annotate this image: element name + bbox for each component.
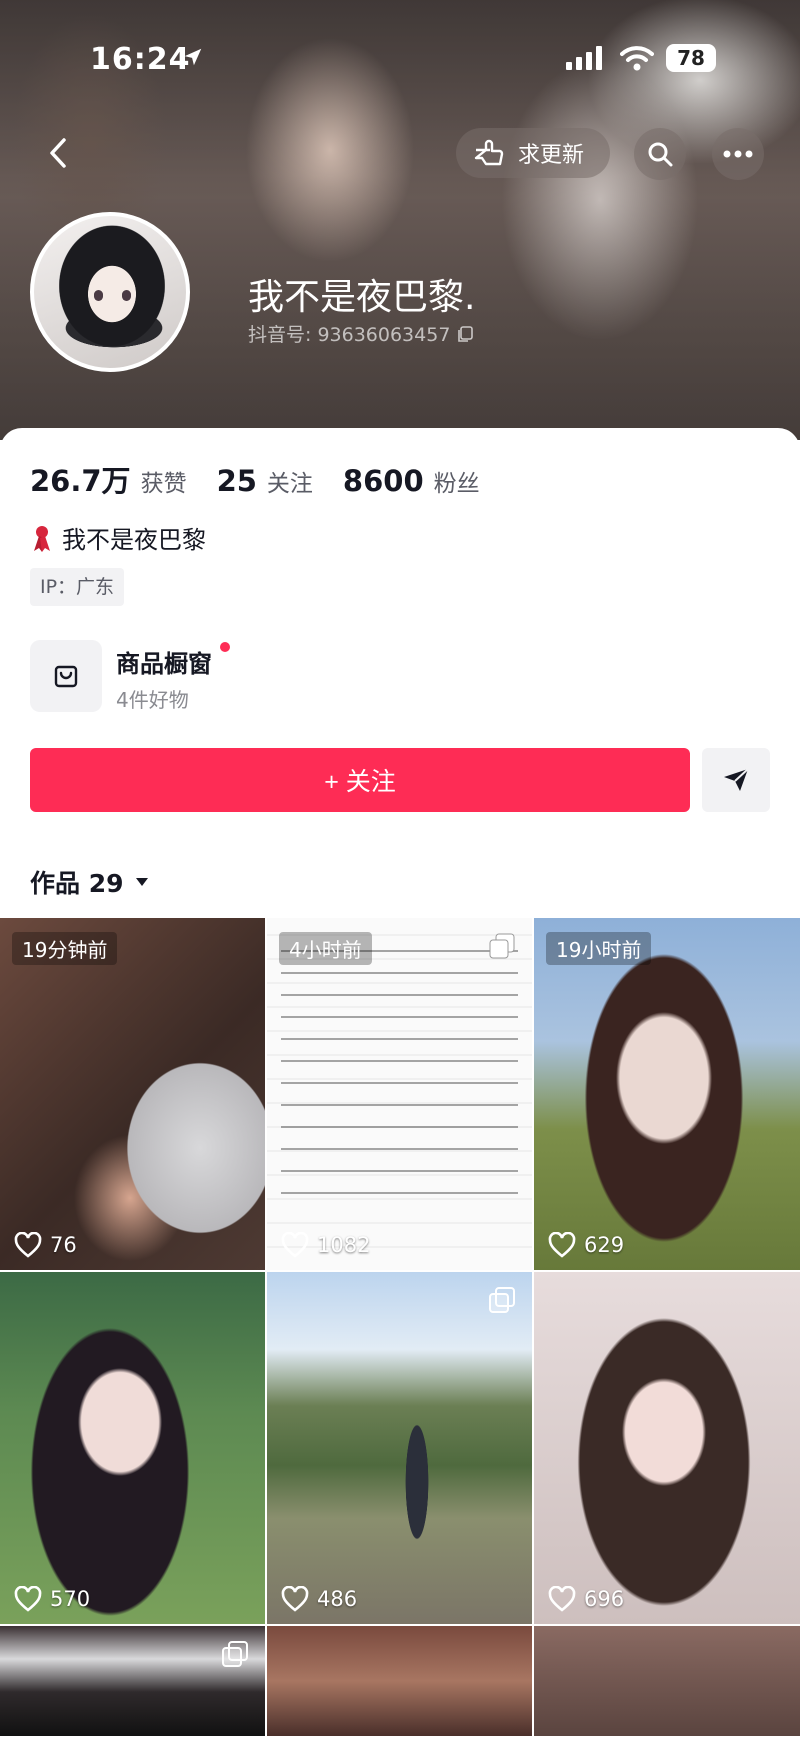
heart-icon: [548, 1586, 576, 1612]
heart-icon: [281, 1586, 309, 1612]
multi-image-icon: [489, 1287, 515, 1313]
stat-followers[interactable]: 8600 粉丝: [343, 464, 480, 498]
stat-value: 25: [216, 464, 257, 498]
stat-following[interactable]: 25 关注: [217, 464, 313, 498]
back-arrow-icon[interactable]: [36, 130, 82, 176]
ribbon-icon: [34, 525, 50, 552]
text-screenshot-content: [281, 938, 518, 1210]
multi-image-icon: [222, 1641, 248, 1667]
copy-icon[interactable]: [456, 325, 474, 343]
caret-down-icon: [135, 878, 148, 886]
likes-count: 1082: [317, 1233, 371, 1257]
multi-image-icon: [489, 933, 515, 959]
status-time: 16:24: [90, 42, 191, 77]
video-tile[interactable]: 19小时前 629: [534, 918, 800, 1270]
profile-card: 26.7万 获赞 25 关注 8600 粉丝 我不是夜巴黎 IP：广东 商品橱窗: [0, 428, 800, 1741]
likes-count: 696: [584, 1587, 625, 1611]
heart-icon: [281, 1232, 309, 1258]
shop-subtitle: 4件好物: [116, 688, 189, 712]
likes-count: 486: [317, 1587, 358, 1611]
likes-count: 629: [584, 1233, 625, 1257]
shopping-bag-icon: [30, 640, 102, 712]
tile-likes: 570: [14, 1586, 90, 1612]
search-icon: [648, 142, 673, 167]
shop-title: 商品橱窗: [116, 650, 212, 678]
request-update-button[interactable]: 求更新: [456, 128, 610, 178]
follow-button[interactable]: + 关注: [30, 748, 690, 812]
likes-count: 76: [50, 1233, 77, 1257]
location-arrow-icon: [184, 48, 202, 66]
avatar-eye-right: [122, 290, 131, 301]
video-tile[interactable]: [534, 1626, 800, 1736]
more-dots-icon: [723, 150, 753, 158]
tile-time: 19分钟前: [12, 932, 118, 965]
video-tile[interactable]: 486: [267, 1272, 532, 1624]
send-arrow-icon: [724, 768, 749, 791]
top-nav: 求更新: [0, 120, 800, 186]
video-tile[interactable]: [0, 1626, 265, 1736]
video-tile[interactable]: 4小时前 1082: [267, 918, 532, 1270]
stat-label: 获赞: [140, 471, 187, 497]
shop-window-entry[interactable]: 商品橱窗 4件好物: [30, 638, 430, 714]
tile-likes: 629: [548, 1232, 624, 1258]
likes-count: 570: [50, 1587, 91, 1611]
works-grid: 19分钟前 76 4小时前 1082 19小时前 629 570 486 696: [0, 918, 800, 1736]
profile-name: 我不是夜巴黎.: [248, 277, 476, 318]
tile-likes: 696: [548, 1586, 624, 1612]
search-button[interactable]: [634, 128, 686, 180]
works-tab-label: 作品 29: [30, 869, 124, 898]
profile-bio: 我不是夜巴黎: [30, 520, 206, 555]
tile-time: 19小时前: [546, 932, 652, 965]
pointing-hand-icon: [474, 139, 504, 166]
stats-row: 26.7万 获赞 25 关注 8600 粉丝: [30, 458, 510, 500]
battery-indicator: 78: [666, 44, 716, 72]
video-tile[interactable]: 570: [0, 1272, 265, 1624]
tile-time: 4小时前: [279, 932, 372, 965]
stat-value: 8600: [342, 464, 424, 498]
tab-works[interactable]: 作品 29: [30, 864, 150, 900]
signal-icon: [566, 46, 602, 70]
share-button[interactable]: [702, 748, 770, 812]
stat-value: 26.7万: [30, 464, 131, 498]
heart-icon: [548, 1232, 576, 1258]
wifi-icon: [620, 46, 654, 71]
tile-likes: 76: [14, 1232, 77, 1258]
avatar[interactable]: [30, 212, 190, 372]
bio-text: 我不是夜巴黎: [62, 526, 206, 554]
tile-likes: 486: [281, 1586, 357, 1612]
stat-likes[interactable]: 26.7万 获赞: [30, 458, 187, 500]
avatar-eye-left: [94, 290, 103, 301]
stat-label: 关注: [266, 471, 313, 497]
more-options-button[interactable]: [712, 128, 764, 180]
ip-location-tag: IP：广东: [30, 568, 125, 606]
heart-icon: [14, 1232, 42, 1258]
notification-dot: [220, 642, 230, 652]
heart-icon: [14, 1586, 42, 1612]
douyin-id-text: 抖音号: 93636063457: [248, 324, 451, 346]
video-tile[interactable]: 696: [534, 1272, 800, 1624]
video-tile[interactable]: [267, 1626, 532, 1736]
video-tile[interactable]: 19分钟前 76: [0, 918, 265, 1270]
douyin-id[interactable]: 抖音号: 93636063457: [248, 320, 474, 347]
status-bar: 16:24 78: [0, 32, 800, 82]
tile-likes: 1082: [281, 1232, 370, 1258]
request-update-label: 求更新: [518, 143, 585, 168]
stat-label: 粉丝: [433, 471, 480, 497]
